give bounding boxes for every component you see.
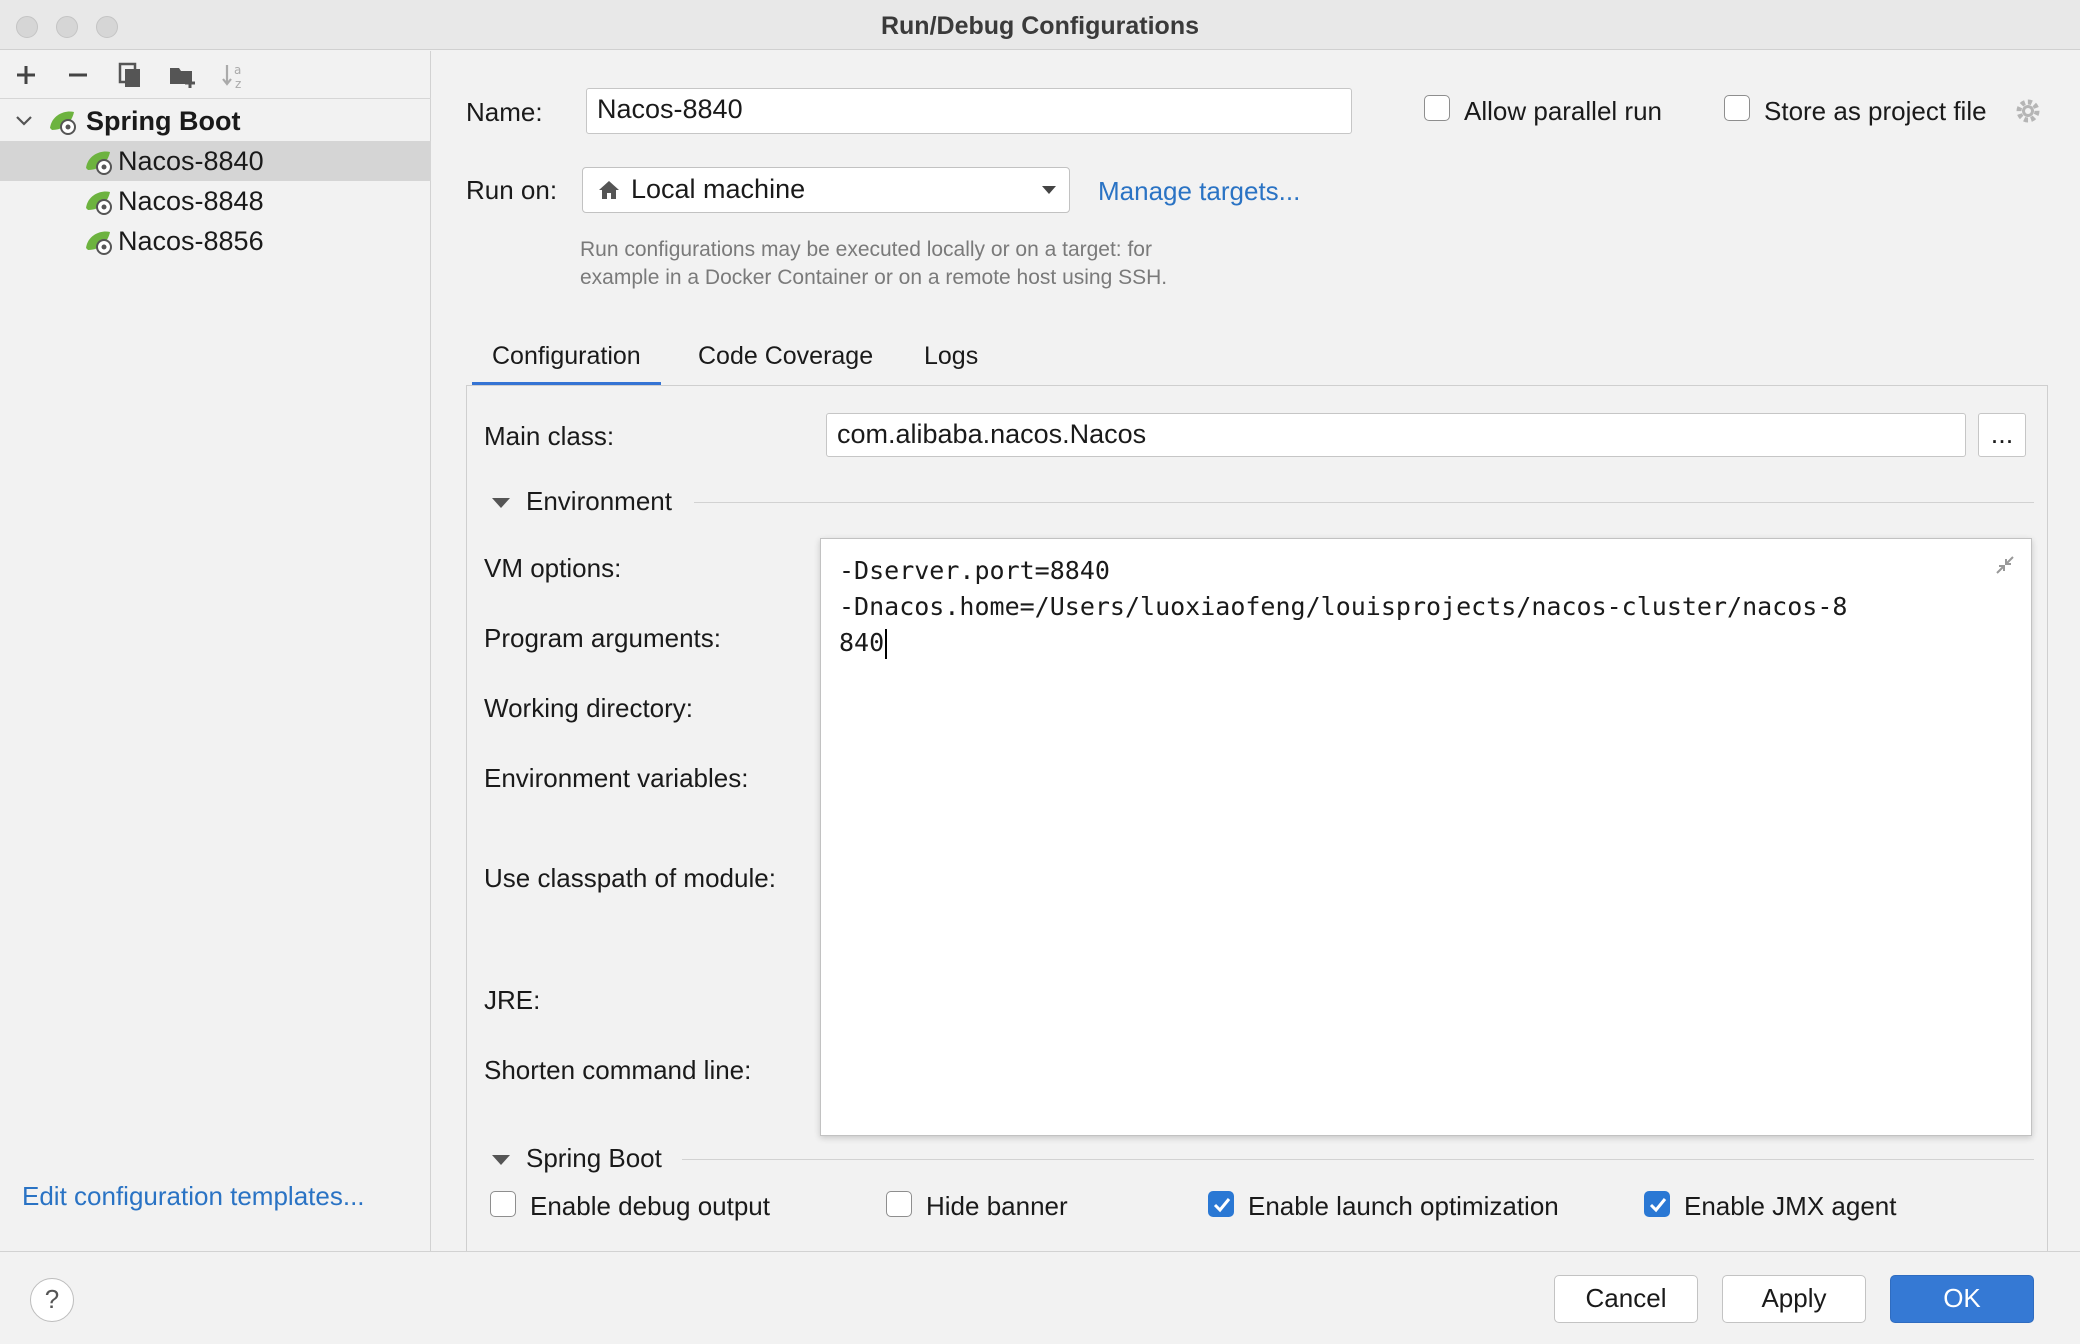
tab-configuration[interactable]: Configuration — [472, 336, 661, 386]
enable-jmx-agent-label: Enable JMX agent — [1684, 1191, 1897, 1221]
tab-code-coverage[interactable]: Code Coverage — [698, 336, 873, 386]
name-label: Name: — [466, 97, 543, 127]
dialog-footer: ? Cancel Apply OK — [0, 1251, 2080, 1344]
spring-boot-icon — [86, 191, 112, 215]
environment-variables-label: Environment variables: — [484, 763, 749, 793]
sidebar: a z Spring Boot Nacos-8840 Nacos-8848 Na… — [0, 51, 431, 1251]
tree-node-spring-boot[interactable]: Spring Boot — [0, 101, 431, 141]
tree-item-label: Nacos-8840 — [118, 146, 264, 176]
tree-node-label: Spring Boot — [86, 106, 241, 136]
svg-text:z: z — [235, 77, 241, 91]
tree-item-nacos-8848[interactable]: Nacos-8848 — [0, 181, 431, 221]
shorten-command-line-label: Shorten command line: — [484, 1055, 752, 1085]
run-on-value: Local machine — [631, 174, 806, 204]
help-button[interactable]: ? — [30, 1278, 74, 1322]
enable-debug-output-label: Enable debug output — [530, 1191, 770, 1221]
browse-main-class-button[interactable]: ... — [1978, 413, 2026, 457]
cancel-button[interactable]: Cancel — [1554, 1275, 1698, 1323]
spring-boot-icon — [86, 151, 112, 175]
vm-options-expanded-editor[interactable]: -Dserver.port=8840 -Dnacos.home=/Users/l… — [820, 538, 2032, 1136]
vm-options-line: -Dnacos.home=/Users/luoxiaofeng/louispro… — [839, 592, 1848, 621]
allow-parallel-checkbox[interactable] — [1424, 95, 1450, 121]
ok-button[interactable]: OK — [1890, 1275, 2034, 1323]
enable-launch-optimization-label: Enable launch optimization — [1248, 1191, 1559, 1221]
working-directory-label: Working directory: — [484, 693, 694, 723]
tree-item-label: Nacos-8856 — [118, 226, 264, 256]
vm-options-line: -Dserver.port=8840 — [839, 556, 1110, 585]
jre-label: JRE: — [484, 985, 541, 1015]
section-divider — [694, 502, 2034, 503]
window-title: Run/Debug Configurations — [880, 12, 1200, 40]
tab-logs[interactable]: Logs — [924, 336, 978, 386]
vm-options-label: VM options: — [484, 553, 622, 583]
hide-banner-checkbox[interactable] — [886, 1191, 912, 1217]
main-class-label: Main class: — [484, 421, 615, 451]
add-icon[interactable] — [10, 59, 42, 91]
apply-button[interactable]: Apply — [1722, 1275, 1866, 1323]
vm-options-line: 840 — [839, 628, 885, 657]
allow-parallel-label: Allow parallel run — [1464, 96, 1662, 126]
gear-icon[interactable] — [2014, 97, 2042, 125]
folder-add-icon[interactable] — [166, 59, 198, 91]
classpath-module-label: Use classpath of module: — [484, 863, 776, 893]
spring-boot-icon — [86, 231, 112, 255]
home-icon — [599, 181, 619, 199]
section-divider — [682, 1159, 2034, 1160]
collapse-editor-icon[interactable] — [1993, 553, 2017, 577]
checkmark-icon — [1649, 1198, 1667, 1213]
sidebar-toolbar: a z — [0, 51, 431, 99]
run-on-select[interactable]: Local machine — [582, 167, 1070, 213]
run-debug-dialog: Run/Debug Configurations a z Spring Boot… — [0, 0, 2080, 1344]
run-on-label: Run on: — [466, 175, 558, 205]
spring-boot-section-header[interactable]: Spring Boot — [526, 1143, 662, 1174]
svg-text:a: a — [234, 63, 241, 77]
tree-item-label: Nacos-8848 — [118, 186, 264, 216]
enable-launch-optimization-checkbox[interactable] — [1208, 1191, 1234, 1217]
enable-jmx-agent-checkbox[interactable] — [1644, 1191, 1670, 1217]
dropdown-arrow-icon — [1042, 186, 1056, 194]
sort-alpha-icon[interactable]: a z — [218, 59, 250, 91]
enable-debug-output-checkbox[interactable] — [490, 1191, 516, 1217]
title-bar: Run/Debug Configurations — [0, 0, 2080, 50]
manage-targets-link[interactable]: Manage targets... — [1098, 176, 1300, 207]
edit-templates-link[interactable]: Edit configuration templates... — [22, 1181, 365, 1212]
collapse-triangle-icon[interactable] — [492, 498, 510, 508]
chevron-down-icon[interactable] — [12, 109, 36, 133]
store-project-checkbox[interactable] — [1724, 95, 1750, 121]
tree-item-nacos-8856[interactable]: Nacos-8856 — [0, 221, 431, 261]
run-on-hint-line2: example in a Docker Container or on a re… — [580, 266, 1168, 289]
copy-icon[interactable] — [114, 59, 146, 91]
environment-section-header[interactable]: Environment — [526, 486, 672, 517]
collapse-triangle-icon[interactable] — [492, 1155, 510, 1165]
name-input[interactable]: Nacos-8840 — [586, 88, 1352, 134]
remove-icon[interactable] — [62, 59, 94, 91]
store-project-label: Store as project file — [1764, 96, 1987, 126]
tree-item-nacos-8840[interactable]: Nacos-8840 — [0, 141, 431, 181]
text-caret — [885, 629, 888, 659]
config-tabs: Configuration Code Coverage Logs — [432, 336, 2080, 386]
run-on-hint-line1: Run configurations may be executed local… — [580, 238, 1152, 261]
main-class-input[interactable]: com.alibaba.nacos.Nacos — [826, 413, 1966, 457]
hide-banner-label: Hide banner — [926, 1191, 1068, 1221]
configuration-tree: Spring Boot Nacos-8840 Nacos-8848 Nacos-… — [0, 101, 431, 261]
checkmark-icon — [1213, 1198, 1231, 1213]
program-arguments-label: Program arguments: — [484, 623, 721, 653]
spring-boot-icon — [50, 111, 76, 135]
vm-options-text[interactable]: -Dserver.port=8840 -Dnacos.home=/Users/l… — [839, 553, 1847, 661]
